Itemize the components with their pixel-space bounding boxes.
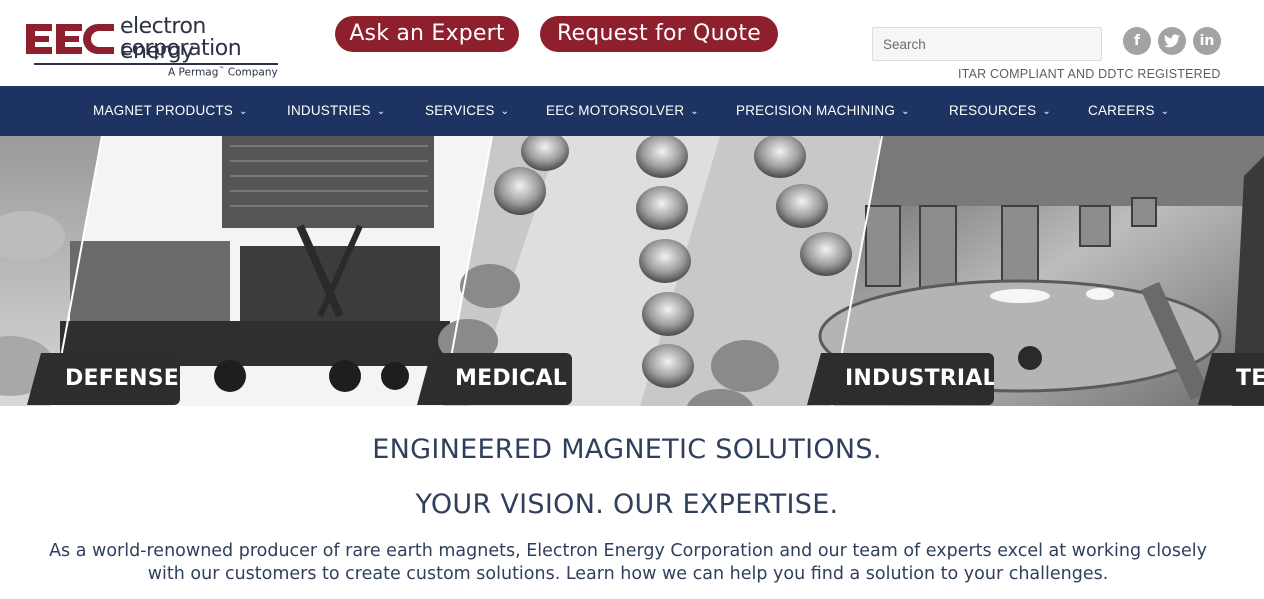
twitter-bird-icon [1164, 34, 1180, 48]
nav-item-services[interactable]: SERVICES ⌄ [425, 86, 509, 136]
chevron-down-icon: ⌄ [376, 106, 386, 117]
eec-logo-mark-icon [26, 24, 114, 54]
headline-vision-expertise: YOUR VISION. OUR EXPERTISE. [415, 489, 839, 520]
intro-paragraph: As a world-renowned producer of rare ear… [49, 541, 1207, 584]
linkedin-icon[interactable]: in [1193, 27, 1221, 55]
ask-an-expert-button[interactable]: Ask an Expert [335, 16, 519, 52]
chevron-down-icon: ⌄ [1042, 106, 1051, 117]
eec-logo[interactable]: electron energy corporation A Permag™ Co… [26, 14, 282, 80]
chevron-down-icon: ⌄ [239, 106, 248, 117]
industry-link-defense[interactable]: DEFENSE [27, 353, 180, 405]
hero-imagery [0, 136, 1264, 406]
headline-engineered-solutions: ENGINEERED MAGNETIC SOLUTIONS. [372, 434, 882, 465]
logo-tagline: A Permag™ Company [168, 66, 278, 79]
chevron-down-icon: ⌄ [901, 106, 910, 117]
main-nav: MAGNET PRODUCTS ⌄ INDUSTRIES ⌄ SERVICES ⌄ E… [0, 86, 1264, 136]
chevron-down-icon: ⌄ [1160, 106, 1170, 117]
nav-item-resources[interactable]: RESOURCES ⌄ [949, 86, 1051, 136]
logo-line-2: corporation [120, 36, 242, 61]
chevron-down-icon: ⌄ [690, 106, 699, 117]
nav-item-careers[interactable]: CAREERS ⌄ [1088, 86, 1169, 136]
facebook-icon[interactable]: f [1123, 27, 1151, 55]
nav-item-precision-machining[interactable]: PRECISION MACHINING ⌄ [736, 86, 910, 136]
nav-item-magnet-products[interactable]: MAGNET PRODUCTS ⌄ [93, 86, 248, 136]
site-header: electron energy corporation A Permag™ Co… [0, 0, 1264, 86]
industry-link-industrial[interactable]: INDUSTRIAL [807, 353, 994, 405]
industry-link-medical[interactable]: MEDICAL [417, 353, 572, 405]
logo-divider [34, 63, 278, 65]
twitter-icon[interactable] [1158, 27, 1186, 55]
compliance-text: ITAR COMPLIANT AND DDTC REGISTERED [958, 67, 1221, 81]
chevron-down-icon: ⌄ [500, 106, 510, 117]
request-for-quote-button[interactable]: Request for Quote [540, 16, 778, 52]
industries-hero: DEFENSE MEDICAL INDUSTRIAL TE [0, 136, 1264, 406]
search-input[interactable] [872, 27, 1102, 61]
nav-item-eec-motorsolver[interactable]: EEC MOTORSOLVER ⌄ [546, 86, 699, 136]
nav-item-industries[interactable]: INDUSTRIES ⌄ [287, 86, 385, 136]
